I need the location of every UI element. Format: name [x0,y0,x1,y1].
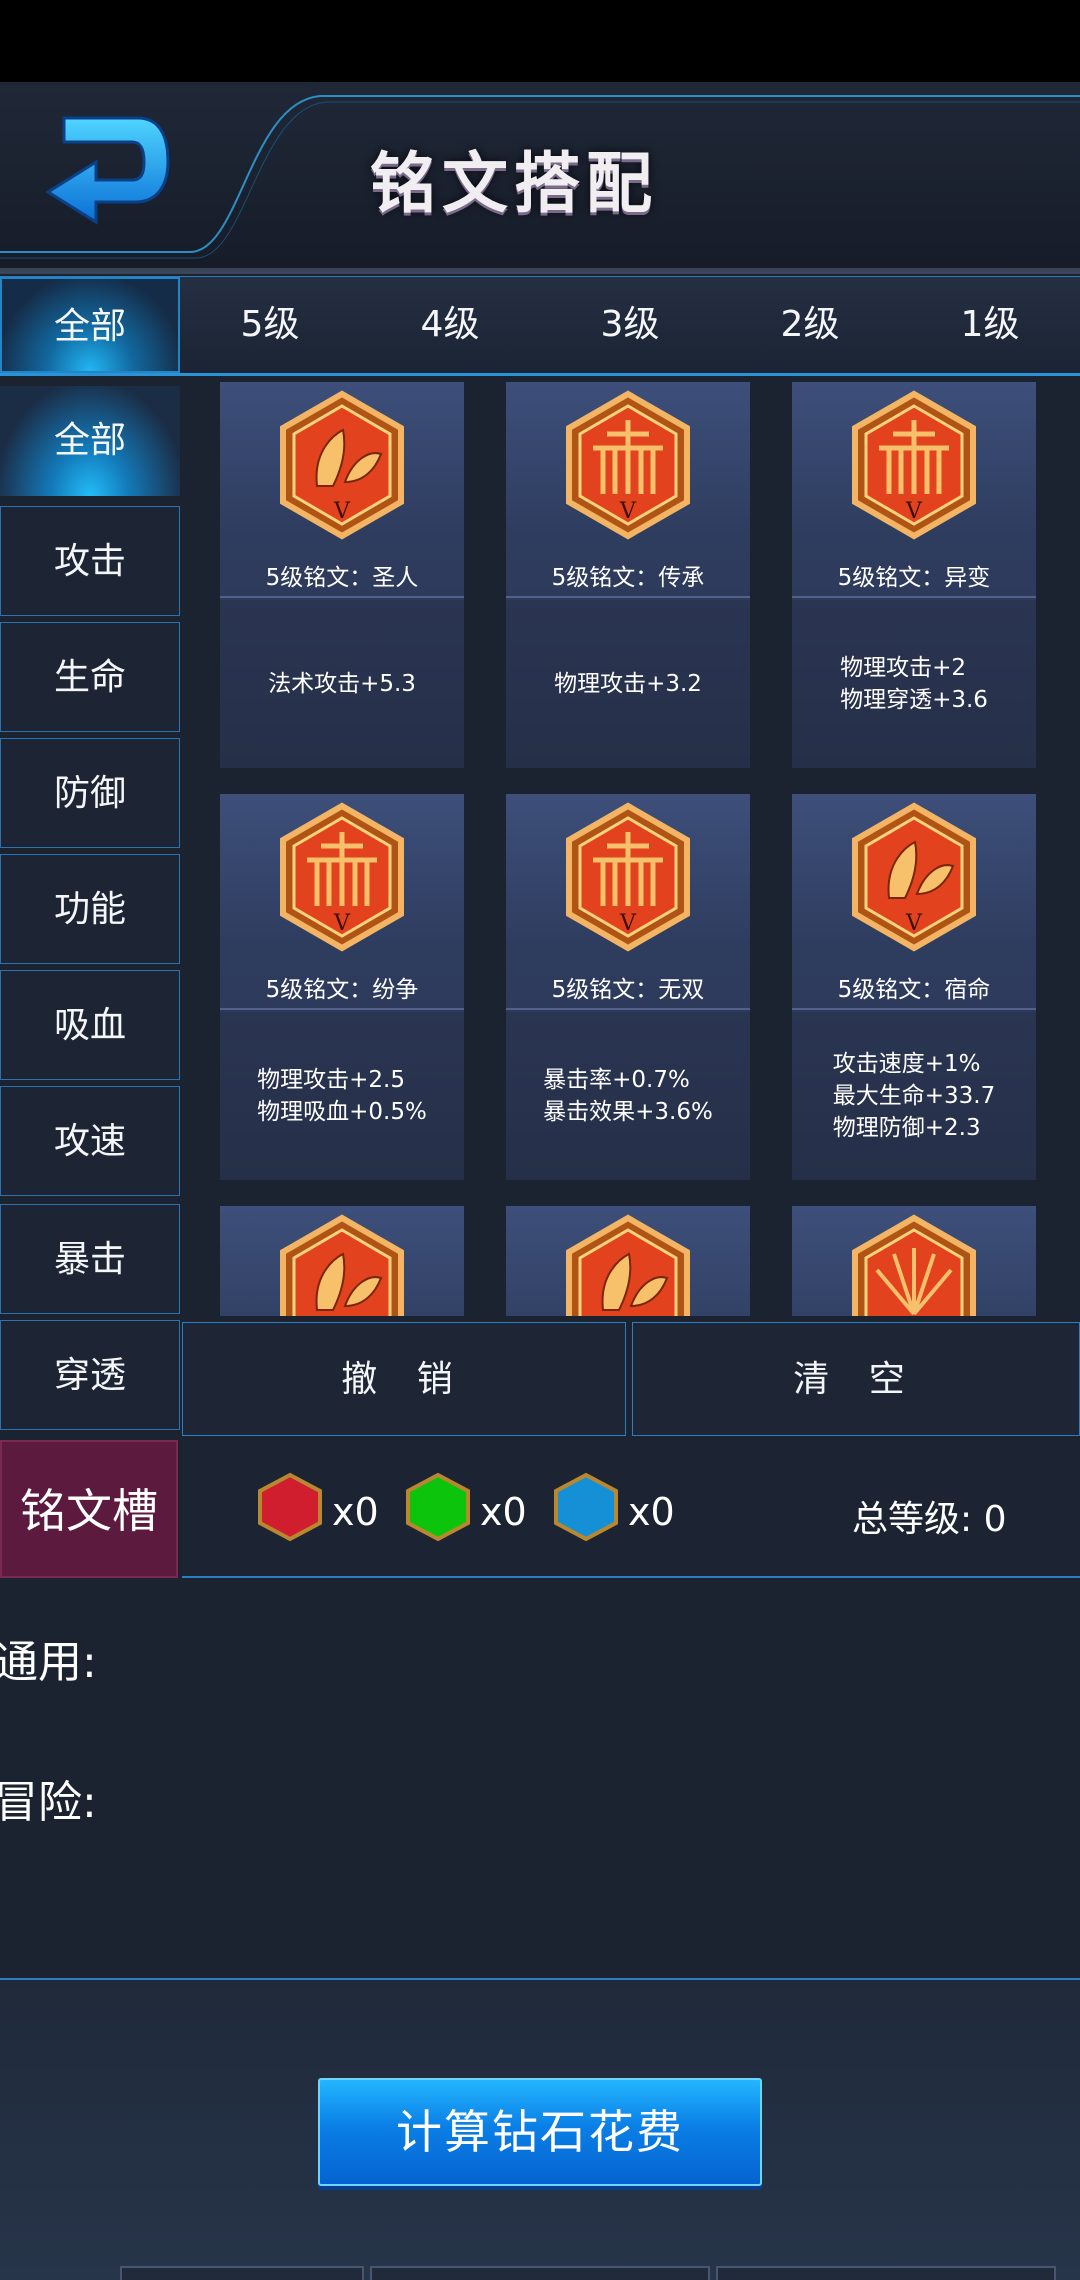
inscription-stats: 暴击率+0.7% 暴击效果+3.6% [506,1012,750,1180]
inscription-stats: 攻击速度+1% 最大生命+33.7 物理防御+2.3 [792,1012,1036,1180]
stat-line: 物理防御+2.3 [832,1115,981,1141]
card-divider [792,1008,1036,1010]
general-stats-label: 通用: [0,1637,97,1688]
bottom-tab[interactable] [370,2266,710,2280]
clear-button[interactable]: 清 空 [632,1322,1080,1436]
page-title: 铭文搭配 [370,145,658,222]
inscription-name: 5级铭文：纷争 [265,977,419,1003]
back-arrow-icon [45,116,170,225]
butterfly-hexagon-icon [566,1214,690,1316]
category-tab-utility[interactable]: 功能 [0,854,180,964]
bottom-tab-strip [120,2266,1080,2280]
card-divider [506,596,750,598]
inscription-card[interactable]: V 5级铭文：圣人 法术攻击+5.3 [220,382,464,768]
pillar-hexagon-icon: V [566,390,690,540]
stat-line: 法术攻击+5.3 [268,671,416,697]
level-tab-bar: 全部 5级 4级 3级 2级 1级 [0,276,1080,376]
back-button[interactable] [40,104,180,234]
category-tab-lifesteal[interactable]: 吸血 [0,970,180,1080]
butterfly-hexagon-icon [280,1214,404,1316]
svg-text:V: V [905,911,923,936]
inscription-name: 5级铭文：宿命 [837,977,991,1003]
inscription-card[interactable]: V 5级铭文：无双 暴击率+0.7% 暴击效果+3.6% [506,794,750,1180]
stat-line: 攻击速度+1% [832,1051,981,1077]
inscription-card[interactable] [506,1206,750,1316]
pillar-hexagon-icon: V [852,390,976,540]
green-gem-icon [406,1472,470,1542]
inscription-grid: V 5级铭文：圣人 法术攻击+5.3 V 5级铭文：传承 物理攻击+3.2 V … [182,380,1080,1316]
pillar-hexagon-icon: V [280,802,404,952]
inscription-card[interactable]: V 5级铭文：纷争 物理攻击+2.5 物理吸血+0.5% [220,794,464,1180]
level-tab-all[interactable]: 全部 [0,277,180,373]
category-tab-all[interactable]: 全部 [0,386,180,496]
blue-gem-icon [554,1472,618,1542]
card-divider [506,1008,750,1010]
pillar-hexagon-icon: V [566,802,690,952]
inscription-card[interactable]: V 5级铭文：异变 物理攻击+2 物理穿透+3.6 [792,382,1036,768]
inscription-card[interactable] [792,1206,1036,1316]
stat-line: 暴击效果+3.6% [543,1099,713,1125]
level-tab-1[interactable]: 1级 [920,277,1060,373]
level-tab-2[interactable]: 2级 [740,277,880,373]
action-row: 撤 销 清 空 [182,1322,1080,1436]
stat-line: 物理吸血+0.5% [257,1099,427,1125]
stat-line: 物理攻击+2 [840,655,966,681]
category-tab-attack-speed[interactable]: 攻速 [0,1086,180,1196]
inscription-card[interactable]: V 5级铭文：传承 物理攻击+3.2 [506,382,750,768]
bottom-tab[interactable] [120,2266,364,2280]
fan-hexagon-icon [852,1214,976,1316]
red-gem-count: x0 [332,1490,379,1534]
header: 铭文搭配 [0,82,1080,274]
inscription-stats: 法术攻击+5.3 [220,600,464,768]
category-tab-health[interactable]: 生命 [0,622,180,732]
svg-text:V: V [905,499,923,524]
level-tab-3[interactable]: 3级 [560,277,700,373]
stat-line: 最大生命+33.7 [832,1083,996,1109]
svg-text:V: V [333,499,351,524]
inscription-name: 5级铭文：圣人 [265,565,419,591]
bottom-tab[interactable] [716,2266,1056,2280]
inscription-stats: 物理攻击+2 物理穿透+3.6 [792,600,1036,768]
inscription-name: 5级铭文：无双 [551,977,705,1003]
calculate-diamond-cost-button[interactable]: 计算钻石花费 [318,2078,762,2186]
butterfly-hexagon-icon: V [280,390,404,540]
inscription-slot-label: 铭文槽 [0,1440,178,1578]
inscription-stats: 物理攻击+3.2 [506,600,750,768]
category-tab-critical[interactable]: 暴击 [0,1204,180,1314]
card-divider [792,596,1036,598]
category-tab-defense[interactable]: 防御 [0,738,180,848]
svg-text:V: V [619,911,637,936]
stat-line: 物理攻击+3.2 [554,671,702,697]
inscription-name: 5级铭文：传承 [551,565,705,591]
svg-text:V: V [619,499,637,524]
stat-line: 物理攻击+2.5 [257,1067,405,1093]
green-gem-count: x0 [480,1490,527,1534]
level-tab-4[interactable]: 4级 [380,277,520,373]
inscription-name: 5级铭文：异变 [837,565,991,591]
butterfly-hexagon-icon: V [852,802,976,952]
status-bar [0,0,1080,82]
svg-text:V: V [333,911,351,936]
inscription-stats: 物理攻击+2.5 物理吸血+0.5% [220,1012,464,1180]
stat-line: 暴击率+0.7% [543,1067,690,1093]
category-tab-penetration[interactable]: 穿透 [0,1320,180,1430]
adventure-stats-label: 冒险: [0,1777,97,1828]
inscription-card[interactable]: V 5级铭文：宿命 攻击速度+1% 最大生命+33.7 物理防御+2.3 [792,794,1036,1180]
inscription-slot-panel: x0 x0 x0 总等级: 0 [182,1440,1080,1578]
stat-line: 物理穿透+3.6 [840,687,988,713]
blue-gem-count: x0 [628,1490,675,1534]
stats-summary: 通用: 冒险: [0,1584,1080,1980]
card-divider [220,596,464,598]
inscription-card[interactable] [220,1206,464,1316]
bottom-area: 计算钻石花费 [0,1980,1080,2280]
red-gem-icon [258,1472,322,1542]
undo-button[interactable]: 撤 销 [182,1322,626,1436]
level-tab-5[interactable]: 5级 [200,277,340,373]
card-divider [220,1008,464,1010]
total-level: 总等级: 0 [852,1499,1007,1540]
category-tab-attack[interactable]: 攻击 [0,506,180,616]
